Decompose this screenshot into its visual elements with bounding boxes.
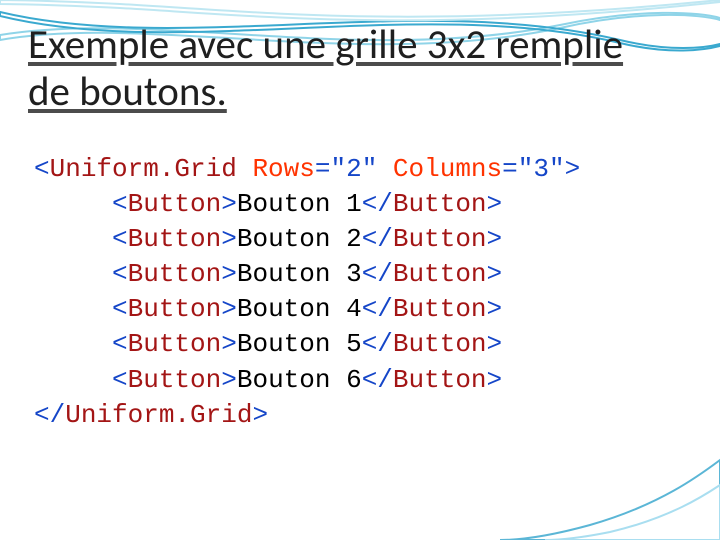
val-rows: 2 xyxy=(346,154,362,184)
tag-button: Button xyxy=(128,224,222,254)
tag-button: Button xyxy=(128,259,222,289)
tag-uniformgrid-close: Uniform.Grid xyxy=(65,400,252,430)
val-columns: 3 xyxy=(533,154,549,184)
angle-open: < xyxy=(34,154,50,184)
button-label-2: Bouton 2 xyxy=(237,224,362,254)
slide-title: Exemple avec une grille 3x2 remplie de b… xyxy=(28,22,668,116)
slide: Exemple avec une grille 3x2 remplie de b… xyxy=(0,0,720,540)
button-label-5: Bouton 5 xyxy=(237,329,362,359)
tag-button: Button xyxy=(128,329,222,359)
button-label-3: Bouton 3 xyxy=(237,259,362,289)
code-block: <Uniform.Grid Rows="2" Columns="3"> <But… xyxy=(34,152,580,433)
tag-button: Button xyxy=(128,365,222,395)
tag-button: Button xyxy=(128,189,222,219)
button-label-1: Bouton 1 xyxy=(237,189,362,219)
button-label-4: Bouton 4 xyxy=(237,294,362,324)
tag-uniformgrid-open: Uniform.Grid xyxy=(50,154,237,184)
attr-columns: Columns xyxy=(393,154,502,184)
decorative-swoosh-bottom xyxy=(0,430,720,540)
tag-button: Button xyxy=(128,294,222,324)
attr-rows: Rows xyxy=(252,154,314,184)
button-label-6: Bouton 6 xyxy=(237,365,362,395)
